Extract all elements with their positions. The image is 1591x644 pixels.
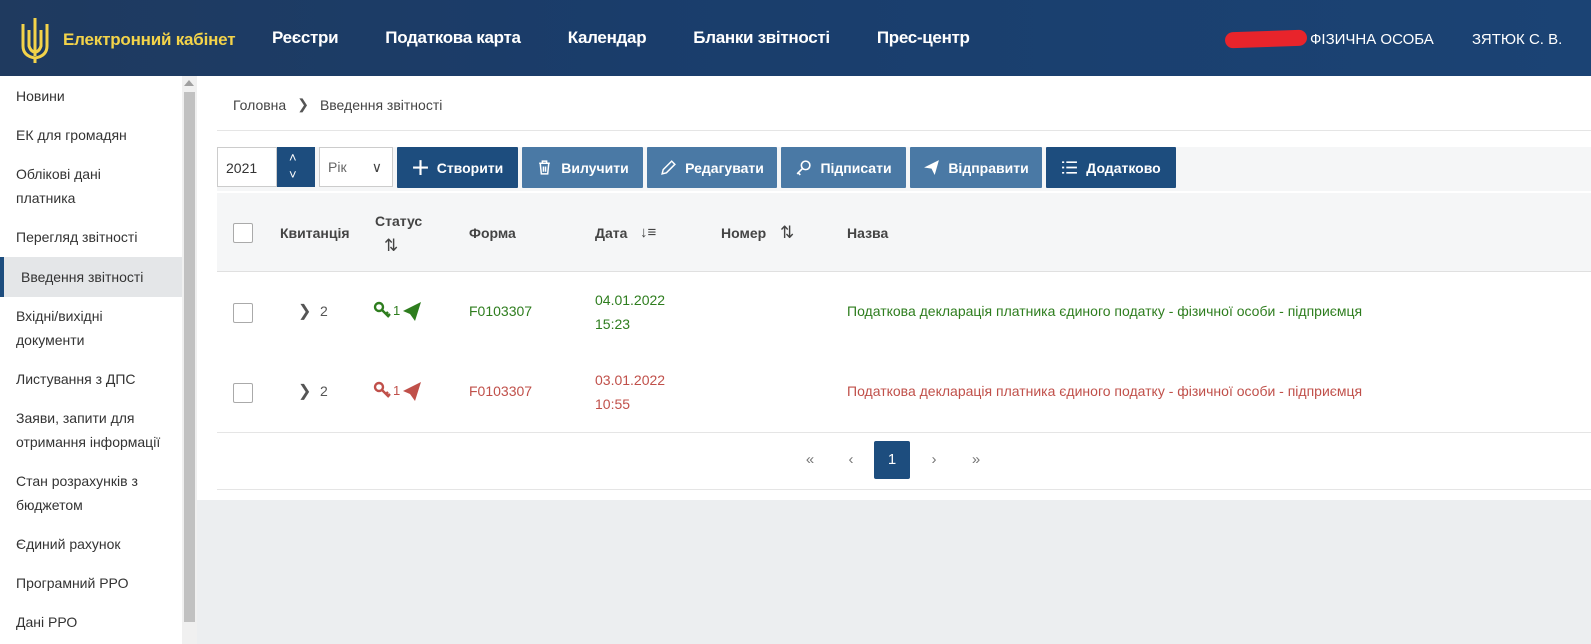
chevron-right-icon[interactable]: ❯ [298,301,311,321]
nav-item-report-forms[interactable]: Бланки звітності [693,28,830,48]
divider [217,489,1591,490]
pencil-icon [661,160,677,175]
header-status[interactable]: Статус [375,213,422,229]
period-select-value: Рік [328,159,347,175]
form-code[interactable]: F0103307 [469,383,532,399]
scroll-up-icon[interactable] [184,80,194,86]
delete-button[interactable]: Вилучити [522,147,643,188]
first-page-button[interactable]: « [792,441,828,479]
sidebar-item-correspondence[interactable]: Листування з ДПС [0,360,182,399]
sidebar: Новини ЕК для громадян Облікові дані пла… [0,76,182,644]
sidebar-scroll-thumb[interactable] [184,92,195,622]
next-page-button[interactable]: › [916,441,952,479]
top-nav: Реєстри Податкова карта Календар Бланки … [272,28,970,48]
header-receipt[interactable]: Квитанція [280,225,350,241]
trident-logo-icon[interactable] [18,16,52,64]
sidebar-item-enter-reports[interactable]: Введення звітності [0,257,182,297]
send-button-label: Відправити [948,159,1029,176]
divider [217,130,1591,131]
key-icon [796,160,812,176]
table-row[interactable]: ❯ 2 1 F0103307 04.01.2022 15:23 Податков… [217,272,1591,353]
header-number[interactable]: Номер [721,225,766,241]
header-date[interactable]: Дата [595,225,627,241]
sidebar-item-news[interactable]: Новини [0,76,182,116]
chevron-down-icon: ∨ [371,159,382,175]
status-count: 1 [393,303,401,318]
delete-button-label: Вилучити [561,159,629,176]
row-date: 04.01.2022 [595,292,666,308]
main-content: Головна ❯ Введення звітності 2021 ˄ ˅ Рі… [197,76,1591,500]
sidebar-item-rro-data[interactable]: Дані РРО [0,603,182,642]
breadcrumb: Головна ❯ Введення звітності [233,96,442,113]
sidebar-item-single-account[interactable]: Єдиний рахунок [0,525,182,564]
sidebar-item-view-reports[interactable]: Перегляд звітності [0,218,182,257]
receipt-count: 2 [320,383,328,399]
edit-button[interactable]: Редагувати [647,147,777,188]
sort-icon[interactable]: ⇅ [384,236,398,256]
sidebar-item-software-rro[interactable]: Програмний РРО [0,564,182,603]
pagination: « ‹ 1 › » [197,441,1591,481]
create-button-label: Створити [436,159,504,176]
page-1-button[interactable]: 1 [874,441,910,479]
create-button[interactable]: Створити [397,147,518,188]
row-checkbox[interactable] [233,303,253,323]
table-header: Квитанція Статус ⇅ Форма Дата ↓≡ Номер ⇅… [217,193,1591,272]
sign-button[interactable]: Підписати [781,147,906,188]
more-button-label: Додатково [1086,159,1161,176]
sidebar-item-citizens[interactable]: ЕК для громадян [0,116,182,155]
row-name[interactable]: Податкова декларація платника єдиного по… [847,303,1362,319]
row-date: 03.01.2022 [595,372,666,388]
sidebar-item-payer-data[interactable]: Облікові дані платника [0,155,142,218]
plus-icon [412,160,428,175]
edit-button-label: Редагувати [685,159,764,176]
row-name[interactable]: Податкова декларація платника єдиного по… [847,383,1362,399]
breadcrumb-home[interactable]: Головна [233,97,286,113]
select-all-checkbox[interactable] [233,223,253,243]
brand-title[interactable]: Електронний кабінет [63,30,236,50]
toolbar: 2021 ˄ ˅ Рік ∨ Створити Вилучити Редагув… [217,147,1591,191]
redaction-mark [1224,29,1308,49]
form-code[interactable]: F0103307 [469,303,532,319]
user-role[interactable]: ФІЗИЧНА ОСОБА [1310,31,1434,48]
period-select[interactable]: Рік ∨ [319,147,393,187]
status-count: 1 [393,383,401,398]
row-checkbox[interactable] [233,383,253,403]
prev-page-button[interactable]: ‹ [833,441,869,479]
year-input[interactable]: 2021 [217,147,277,187]
sort-icon[interactable]: ⇅ [780,223,794,243]
paper-plane-icon [924,160,940,175]
user-name[interactable]: ЗЯТЮК С. В. [1472,31,1562,48]
nav-item-tax-map[interactable]: Податкова карта [385,28,521,48]
row-time: 10:55 [595,396,631,412]
header-form[interactable]: Форма [469,225,516,241]
nav-item-calendar[interactable]: Календар [568,28,647,48]
nav-item-registers[interactable]: Реєстри [272,28,339,48]
year-stepper[interactable]: ˄ ˅ [277,147,315,187]
top-header: Електронний кабінет Реєстри Податкова ка… [0,0,1591,76]
sidebar-item-documents[interactable]: Вхідні/вихідні документи [0,297,147,360]
list-icon [1062,161,1078,174]
last-page-button[interactable]: » [958,441,994,479]
more-button[interactable]: Додатково [1046,147,1176,188]
receipt-count: 2 [320,303,328,319]
table-row[interactable]: ❯ 2 1 F0103307 03.01.2022 10:55 Податков… [217,352,1591,433]
sort-desc-icon[interactable]: ↓≡ [640,224,656,241]
header-name[interactable]: Назва [847,225,888,241]
chevron-down-icon[interactable]: ˅ [289,167,297,182]
chevron-right-icon[interactable]: ❯ [298,381,311,401]
send-button[interactable]: Відправити [910,147,1042,188]
sign-button-label: Підписати [820,159,892,176]
row-time: 15:23 [595,316,631,332]
sidebar-item-budget-status[interactable]: Стан розрахунків з бюджетом [0,462,162,525]
chevron-right-icon: ❯ [297,96,309,112]
breadcrumb-current: Введення звітності [319,96,443,113]
trash-icon [539,160,551,175]
nav-item-press-center[interactable]: Прес-центр [877,28,970,48]
sidebar-item-requests[interactable]: Заяви, запити для отримання інформації [0,399,182,462]
chevron-up-icon[interactable]: ˄ [289,150,297,165]
